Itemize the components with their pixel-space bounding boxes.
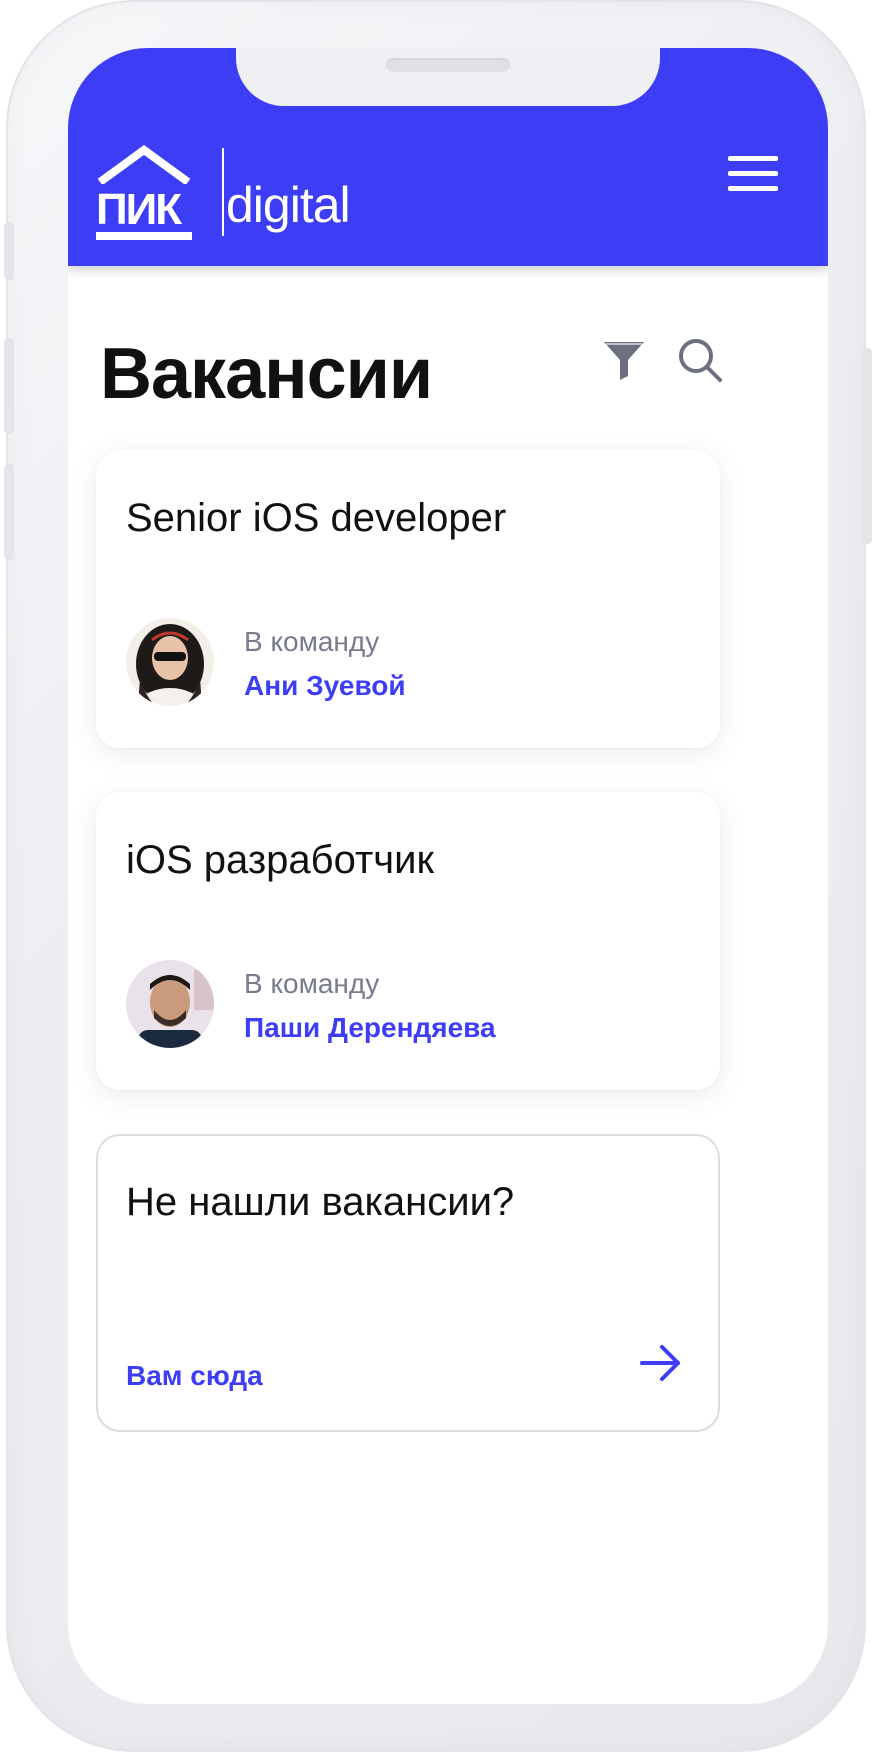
side-button-mute [4, 222, 14, 280]
vacancy-card[interactable]: Senior iOS developer В команду Ани Зуево… [96, 450, 720, 748]
logo-pik-text: ПИК [96, 185, 182, 234]
team-label: В команду [244, 968, 380, 999]
side-button-volume-down [4, 464, 14, 560]
hamburger-menu-icon[interactable] [728, 154, 778, 194]
pik-digital-logo[interactable]: ПИК digital [96, 144, 366, 240]
phone-frame: ПИК digital Вакансии Senior iOS develope… [4, 0, 872, 1752]
vacancy-title: Senior iOS developer [126, 496, 507, 540]
logo-roof-icon [97, 145, 191, 184]
logo-digital-text: digital [226, 177, 351, 233]
not-found-title: Не нашли вакансии? [126, 1180, 515, 1224]
team-lead-link[interactable]: Паши Дерендяева [244, 1012, 496, 1044]
vacancy-title: iOS разработчик [126, 838, 434, 882]
device-notch [236, 48, 660, 106]
logo-underline [96, 232, 192, 240]
team-lead-avatar [126, 960, 214, 1048]
search-icon[interactable] [676, 336, 724, 384]
arrow-right-icon[interactable] [638, 1340, 684, 1386]
logo-separator [222, 148, 224, 236]
vacancy-card[interactable]: iOS разработчик В команду Паши Дерендяев… [96, 792, 720, 1090]
not-found-card[interactable]: Не нашли вакансии? Вам сюда [96, 1134, 720, 1432]
side-button-power [862, 348, 872, 544]
team-label: В команду [244, 626, 380, 657]
speaker-grille [386, 58, 510, 72]
page-title: Вакансии [100, 334, 433, 414]
team-lead-link[interactable]: Ани Зуевой [244, 670, 406, 702]
team-lead-avatar [126, 618, 214, 706]
filter-icon[interactable] [600, 336, 648, 384]
app-screen: ПИК digital Вакансии Senior iOS develope… [68, 48, 828, 1704]
side-button-volume-up [4, 338, 14, 434]
go-here-link[interactable]: Вам сюда [126, 1360, 263, 1392]
